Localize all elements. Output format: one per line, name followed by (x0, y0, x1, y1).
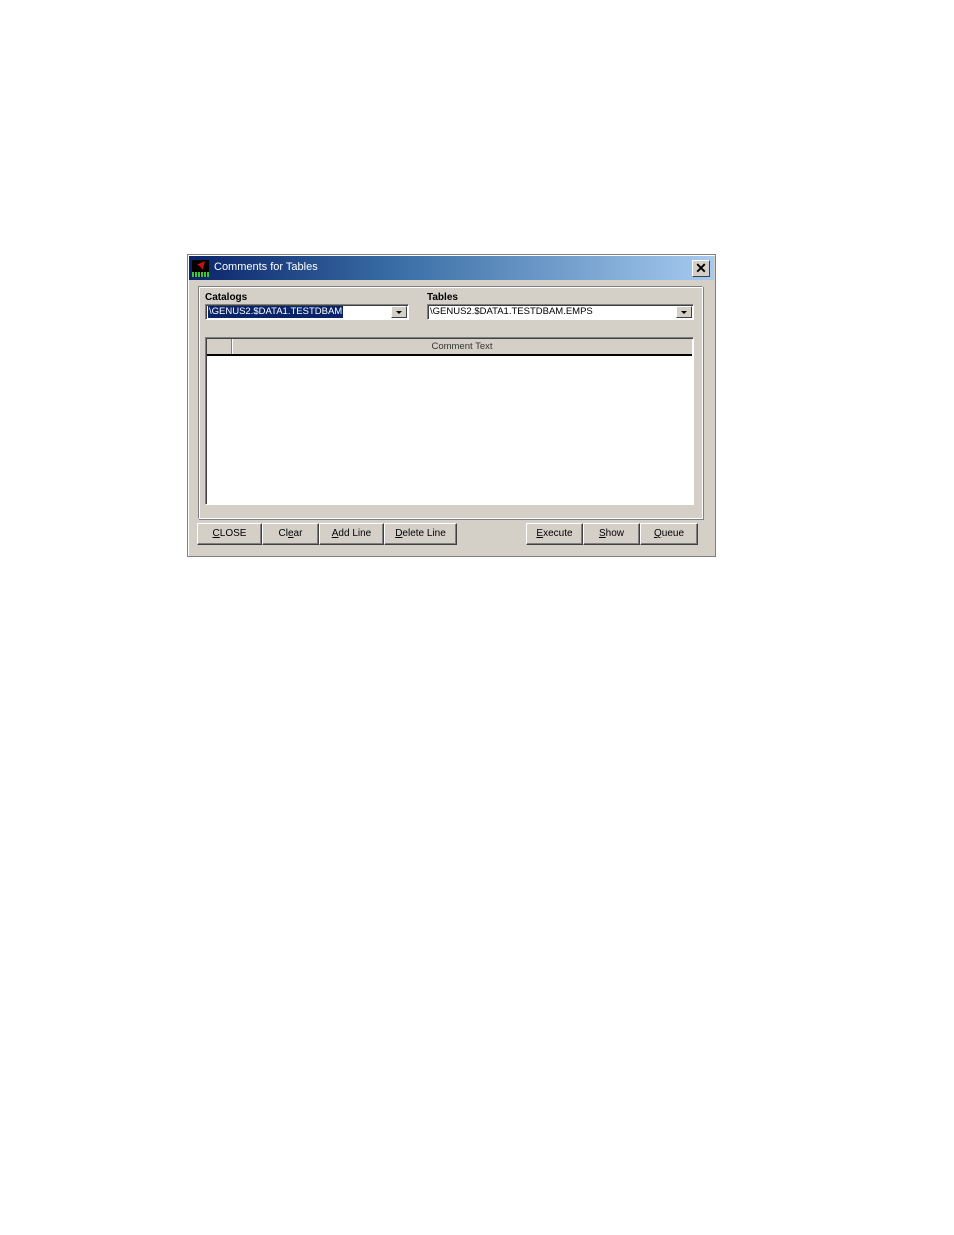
comment-grid[interactable]: Comment Text (205, 337, 694, 505)
catalogs-label: Catalogs (205, 292, 248, 303)
queue-button[interactable]: Queue (640, 523, 698, 545)
row-header-corner[interactable] (207, 339, 232, 354)
column-header-comment-text[interactable]: Comment Text (232, 339, 692, 354)
catalogs-combobox[interactable]: \GENUS2.$DATA1.TESTDBAM (205, 304, 409, 320)
delete-line-button[interactable]: Delete Line (384, 523, 457, 545)
clear-button[interactable]: Clear (262, 523, 319, 545)
show-button[interactable]: Show (583, 523, 640, 545)
window-title: Comments for Tables (214, 261, 318, 273)
catalogs-dropdown-arrow-icon[interactable] (391, 306, 407, 318)
execute-button[interactable]: Execute (526, 523, 583, 545)
tables-dropdown-arrow-icon[interactable] (676, 306, 692, 318)
tables-value[interactable]: \GENUS2.$DATA1.TESTDBAM.EMPS (430, 306, 593, 318)
tables-label: Tables (427, 292, 458, 303)
add-line-button[interactable]: Add Line (319, 523, 384, 545)
app-logo-icon (192, 260, 209, 277)
title-bar[interactable]: Comments for Tables ✕ (189, 256, 714, 280)
catalogs-value[interactable]: \GENUS2.$DATA1.TESTDBAM (208, 306, 344, 318)
close-button[interactable]: CLOSE (197, 523, 262, 545)
grid-header: Comment Text (207, 339, 692, 356)
close-icon[interactable]: ✕ (692, 260, 710, 277)
tables-combobox[interactable]: \GENUS2.$DATA1.TESTDBAM.EMPS (427, 304, 694, 320)
